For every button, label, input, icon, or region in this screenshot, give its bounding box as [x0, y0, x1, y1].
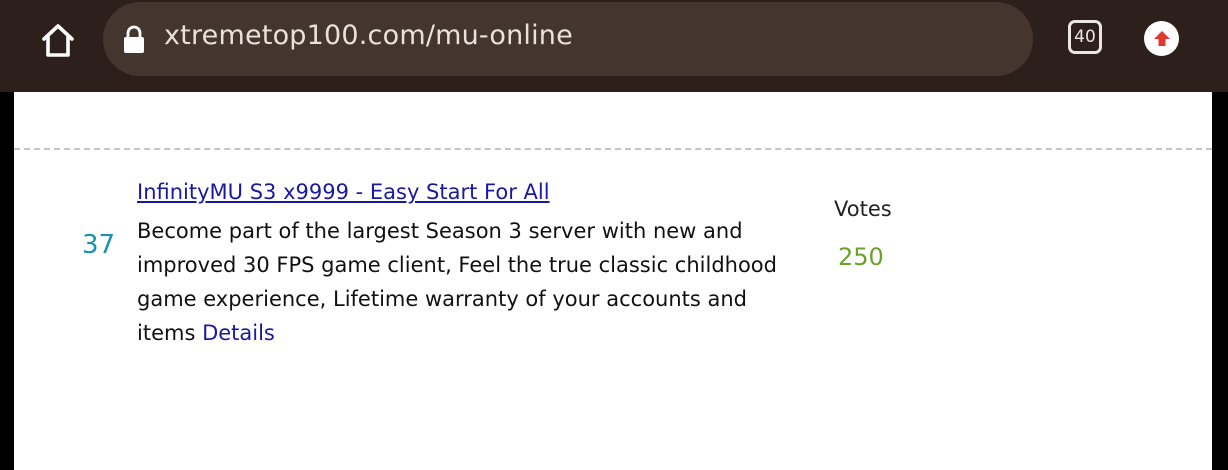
page-content: 37 InfinityMU S3 x9999 - Easy Start For …	[14, 92, 1212, 470]
server-description: Become part of the largest Season 3 serv…	[137, 214, 777, 350]
tab-switcher-button[interactable]: 40	[1068, 20, 1102, 54]
url-text: xtremetop100.com/mu-online	[164, 20, 573, 51]
arrow-up-icon	[1153, 30, 1170, 46]
votes-label: Votes	[834, 197, 892, 221]
server-title-link[interactable]: InfinityMU S3 x9999 - Easy Start For All	[137, 180, 550, 204]
server-rank: 37	[82, 230, 116, 260]
address-bar[interactable]: xtremetop100.com/mu-online	[103, 2, 1033, 76]
tab-count: 40	[1074, 27, 1096, 47]
lock-icon	[124, 25, 144, 53]
details-link[interactable]: Details	[202, 321, 275, 345]
home-icon	[42, 24, 74, 57]
listing-divider	[14, 148, 1212, 150]
votes-count: 250	[838, 243, 884, 271]
home-button[interactable]	[36, 18, 80, 62]
update-button[interactable]	[1144, 21, 1179, 56]
browser-toolbar: xtremetop100.com/mu-online 40	[0, 0, 1228, 92]
